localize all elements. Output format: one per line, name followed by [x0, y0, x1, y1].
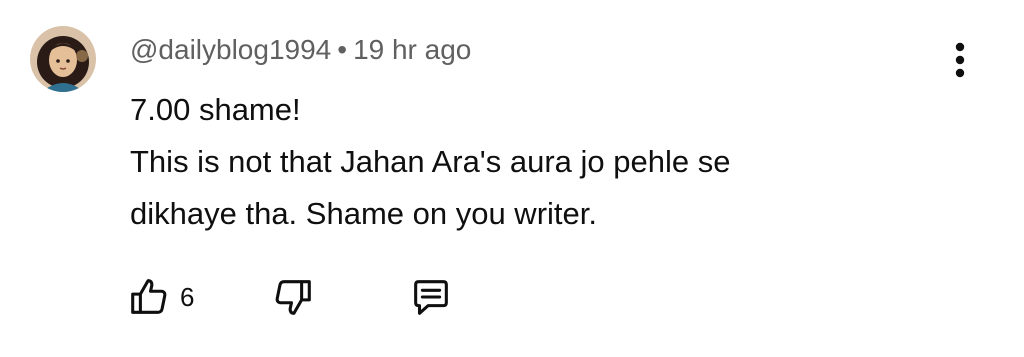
comment-meta: @dailyblog1994 • 19 hr ago [130, 33, 471, 67]
more-options-button[interactable] [940, 38, 980, 82]
dislike-button[interactable] [270, 272, 316, 322]
thumbs-down-icon [275, 280, 311, 315]
avatar[interactable] [30, 26, 96, 92]
comment-card: @dailyblog1994 • 19 hr ago 7.00 shame! Thi… [0, 0, 1024, 357]
more-vert-icon [955, 42, 965, 78]
like-button[interactable]: 6 [126, 272, 194, 322]
reply-button[interactable] [408, 272, 454, 322]
comment-line: 7.00 shame! [130, 92, 301, 127]
comment-line: dikhaye tha. Shame on you writer. [130, 196, 597, 231]
avatar-illustration [30, 26, 96, 92]
comment-line: This is not that Jahan Ara's aura jo peh… [130, 144, 731, 179]
like-count: 6 [180, 281, 195, 312]
author-handle[interactable]: @dailyblog1994 [130, 34, 331, 65]
reply-comment-icon [414, 280, 448, 315]
comment-time[interactable]: 19 hr ago [353, 34, 471, 65]
comment-text: 7.00 shame! This is not that Jahan Ara's… [130, 84, 950, 240]
thumbs-up-icon [131, 279, 167, 314]
meta-separator: • [337, 34, 348, 65]
